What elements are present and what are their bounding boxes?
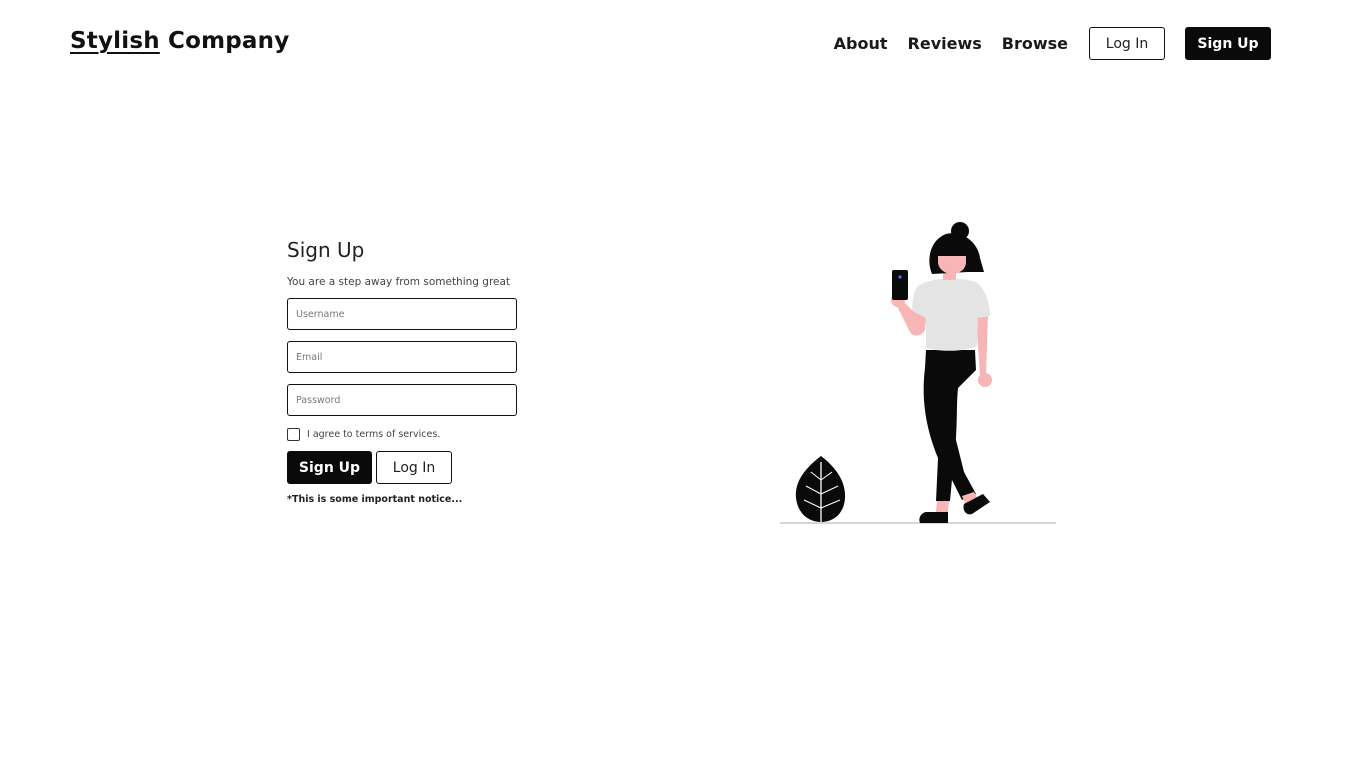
header-login-button[interactable]: Log In: [1089, 27, 1165, 60]
signup-form: Sign Up You are a step away from somethi…: [287, 236, 519, 505]
password-field[interactable]: [287, 384, 517, 416]
header-signup-button[interactable]: Sign Up: [1185, 27, 1271, 60]
brand-name-link[interactable]: Stylish: [70, 28, 160, 54]
illustration-svg: [780, 222, 1056, 524]
woman-with-phone-illustration: [780, 218, 1058, 526]
nav-link-about[interactable]: About: [834, 34, 888, 53]
form-login-button[interactable]: Log In: [376, 451, 452, 484]
brand-name-suffix: Company: [168, 28, 290, 54]
terms-label[interactable]: I agree to terms of services.: [307, 429, 440, 440]
phone-icon: [892, 270, 908, 300]
terms-checkbox[interactable]: [287, 427, 300, 441]
signup-submit-button[interactable]: Sign Up: [287, 451, 372, 484]
form-title: Sign Up: [287, 238, 365, 262]
terms-row: I agree to terms of services.: [287, 427, 519, 441]
brand-logo[interactable]: Stylish Company: [70, 28, 289, 54]
site-header: Stylish Company About Reviews Browse Log…: [0, 0, 1366, 88]
leaf-plant-icon: [795, 456, 846, 522]
email-field[interactable]: [287, 341, 517, 373]
username-field[interactable]: [287, 298, 517, 330]
form-subtitle: You are a step away from something great: [287, 276, 511, 288]
main-nav: About Reviews Browse Log In Sign Up: [834, 27, 1271, 60]
important-notice: *This is some important notice...: [287, 494, 463, 505]
nav-link-reviews[interactable]: Reviews: [908, 34, 982, 53]
nav-link-browse[interactable]: Browse: [1002, 34, 1068, 53]
form-actions: Sign Up Log In: [287, 451, 519, 484]
woman-figure: [891, 222, 992, 523]
